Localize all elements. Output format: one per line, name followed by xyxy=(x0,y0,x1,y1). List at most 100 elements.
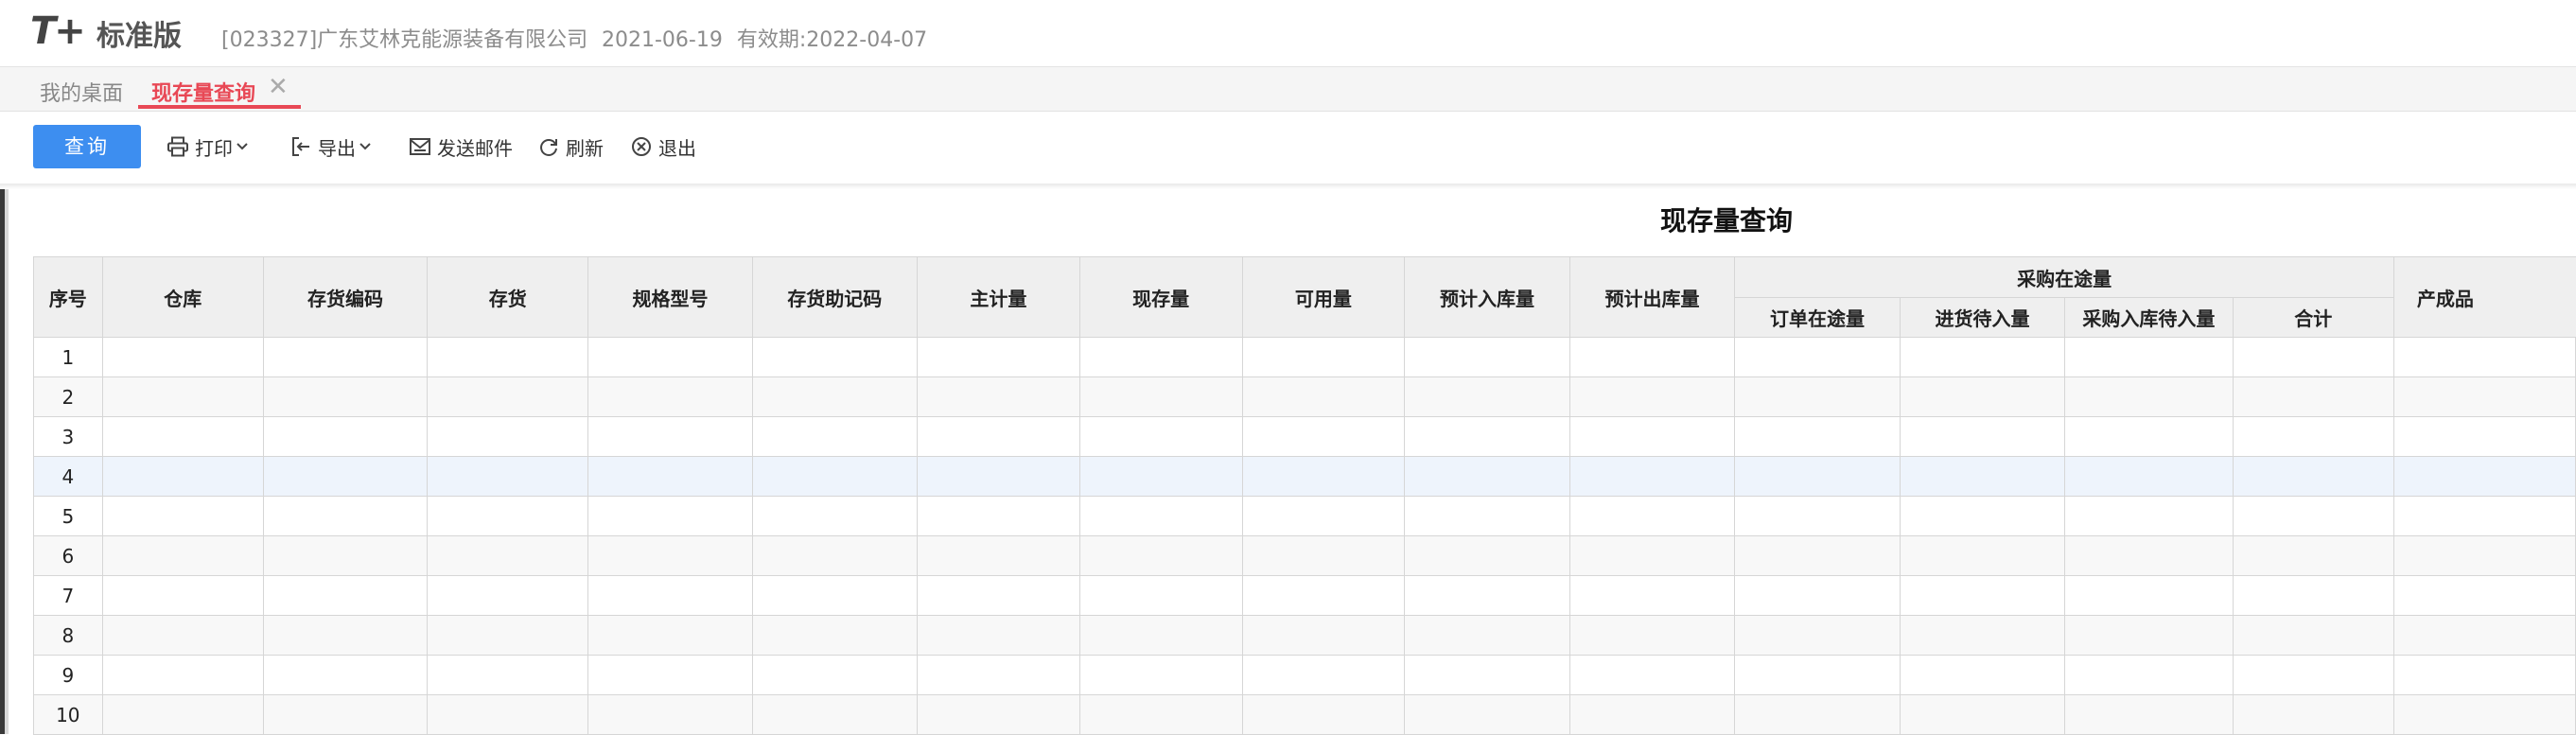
table-cell[interactable] xyxy=(1404,337,1570,377)
sub-column-header[interactable]: 合计 xyxy=(2232,297,2394,338)
table-row[interactable]: 1 xyxy=(33,337,2576,377)
table-cell[interactable] xyxy=(2064,694,2234,735)
table-row[interactable]: 4 xyxy=(33,456,2576,497)
table-cell[interactable] xyxy=(1734,694,1901,735)
table-cell[interactable] xyxy=(751,376,919,417)
table-cell[interactable] xyxy=(587,416,753,457)
row-number-cell[interactable]: 7 xyxy=(33,575,103,616)
table-cell[interactable] xyxy=(1241,337,1406,377)
table-cell[interactable] xyxy=(427,655,589,695)
row-number-cell[interactable]: 10 xyxy=(33,694,103,735)
column-header[interactable]: 现存量 xyxy=(1078,256,1243,338)
table-cell[interactable] xyxy=(1404,496,1570,536)
column-header[interactable]: 预计入库量 xyxy=(1404,256,1570,338)
table-cell[interactable] xyxy=(1734,655,1901,695)
table-cell[interactable] xyxy=(1078,456,1243,497)
table-cell[interactable] xyxy=(101,535,264,576)
table-cell[interactable] xyxy=(587,535,753,576)
table-cell[interactable] xyxy=(751,575,919,616)
table-cell[interactable] xyxy=(1241,496,1406,536)
table-cell[interactable] xyxy=(2064,535,2234,576)
table-cell[interactable] xyxy=(1899,694,2066,735)
table-cell[interactable] xyxy=(262,535,429,576)
table-cell[interactable] xyxy=(587,694,753,735)
table-cell[interactable] xyxy=(2392,416,2576,457)
table-cell[interactable] xyxy=(917,535,1080,576)
table-cell[interactable] xyxy=(2392,456,2576,497)
table-cell[interactable] xyxy=(751,535,919,576)
table-cell[interactable] xyxy=(1241,575,1406,616)
table-cell[interactable] xyxy=(917,575,1080,616)
table-cell[interactable] xyxy=(1734,615,1901,656)
table-cell[interactable] xyxy=(1078,575,1243,616)
table-cell[interactable] xyxy=(2064,376,2234,417)
table-cell[interactable] xyxy=(262,694,429,735)
table-row[interactable]: 5 xyxy=(33,496,2576,536)
table-cell[interactable] xyxy=(1078,655,1243,695)
table-cell[interactable] xyxy=(2232,575,2394,616)
table-cell[interactable] xyxy=(587,655,753,695)
table-cell[interactable] xyxy=(1078,535,1243,576)
table-cell[interactable] xyxy=(751,496,919,536)
table-row[interactable]: 10 xyxy=(33,694,2576,735)
table-cell[interactable] xyxy=(917,376,1080,417)
table-cell[interactable] xyxy=(2064,615,2234,656)
query-button[interactable]: 查询 xyxy=(33,125,141,168)
close-icon[interactable]: ✕ xyxy=(268,73,289,101)
table-cell[interactable] xyxy=(587,496,753,536)
table-cell[interactable] xyxy=(1241,615,1406,656)
table-cell[interactable] xyxy=(1404,376,1570,417)
table-cell[interactable] xyxy=(101,496,264,536)
table-cell[interactable] xyxy=(2392,376,2576,417)
table-cell[interactable] xyxy=(2392,535,2576,576)
table-cell[interactable] xyxy=(2064,655,2234,695)
exit-button[interactable]: 退出 xyxy=(630,132,696,161)
table-row[interactable]: 2 xyxy=(33,376,2576,417)
column-header[interactable]: 存货编码 xyxy=(262,256,429,338)
table-cell[interactable] xyxy=(2064,337,2234,377)
table-cell[interactable] xyxy=(587,337,753,377)
table-cell[interactable] xyxy=(1899,615,2066,656)
table-cell[interactable] xyxy=(427,496,589,536)
table-cell[interactable] xyxy=(1078,416,1243,457)
table-cell[interactable] xyxy=(2392,337,2576,377)
table-cell[interactable] xyxy=(1404,694,1570,735)
table-cell[interactable] xyxy=(917,655,1080,695)
table-cell[interactable] xyxy=(1734,496,1901,536)
table-cell[interactable] xyxy=(1404,575,1570,616)
sub-column-header[interactable]: 采购入库待入量 xyxy=(2064,297,2234,338)
table-cell[interactable] xyxy=(101,615,264,656)
table-cell[interactable] xyxy=(1078,694,1243,735)
table-cell[interactable] xyxy=(1734,416,1901,457)
table-cell[interactable] xyxy=(2232,496,2394,536)
table-cell[interactable] xyxy=(427,337,589,377)
table-cell[interactable] xyxy=(262,655,429,695)
tab-stock-query[interactable]: 现存量查询 xyxy=(151,77,255,107)
table-cell[interactable] xyxy=(1404,535,1570,576)
print-button[interactable]: 打印 xyxy=(166,132,254,161)
row-number-cell[interactable]: 8 xyxy=(33,615,103,656)
row-number-cell[interactable]: 1 xyxy=(33,337,103,377)
table-cell[interactable] xyxy=(917,456,1080,497)
table-cell[interactable] xyxy=(1568,694,1736,735)
table-cell[interactable] xyxy=(1568,575,1736,616)
table-cell[interactable] xyxy=(262,456,429,497)
table-cell[interactable] xyxy=(1899,655,2066,695)
table-cell[interactable] xyxy=(1734,535,1901,576)
table-cell[interactable] xyxy=(2064,456,2234,497)
table-cell[interactable] xyxy=(2232,376,2394,417)
table-cell[interactable] xyxy=(2232,535,2394,576)
table-cell[interactable] xyxy=(262,337,429,377)
table-cell[interactable] xyxy=(1078,337,1243,377)
table-cell[interactable] xyxy=(1899,376,2066,417)
table-cell[interactable] xyxy=(1568,337,1736,377)
table-cell[interactable] xyxy=(262,615,429,656)
column-header[interactable]: 存货 xyxy=(427,256,589,338)
table-cell[interactable] xyxy=(427,416,589,457)
row-number-cell[interactable]: 9 xyxy=(33,655,103,695)
table-cell[interactable] xyxy=(1899,337,2066,377)
column-header[interactable]: 预计出库量 xyxy=(1568,256,1736,338)
table-cell[interactable] xyxy=(917,615,1080,656)
table-cell[interactable] xyxy=(751,456,919,497)
sub-column-header[interactable]: 订单在途量 xyxy=(1734,297,1901,338)
